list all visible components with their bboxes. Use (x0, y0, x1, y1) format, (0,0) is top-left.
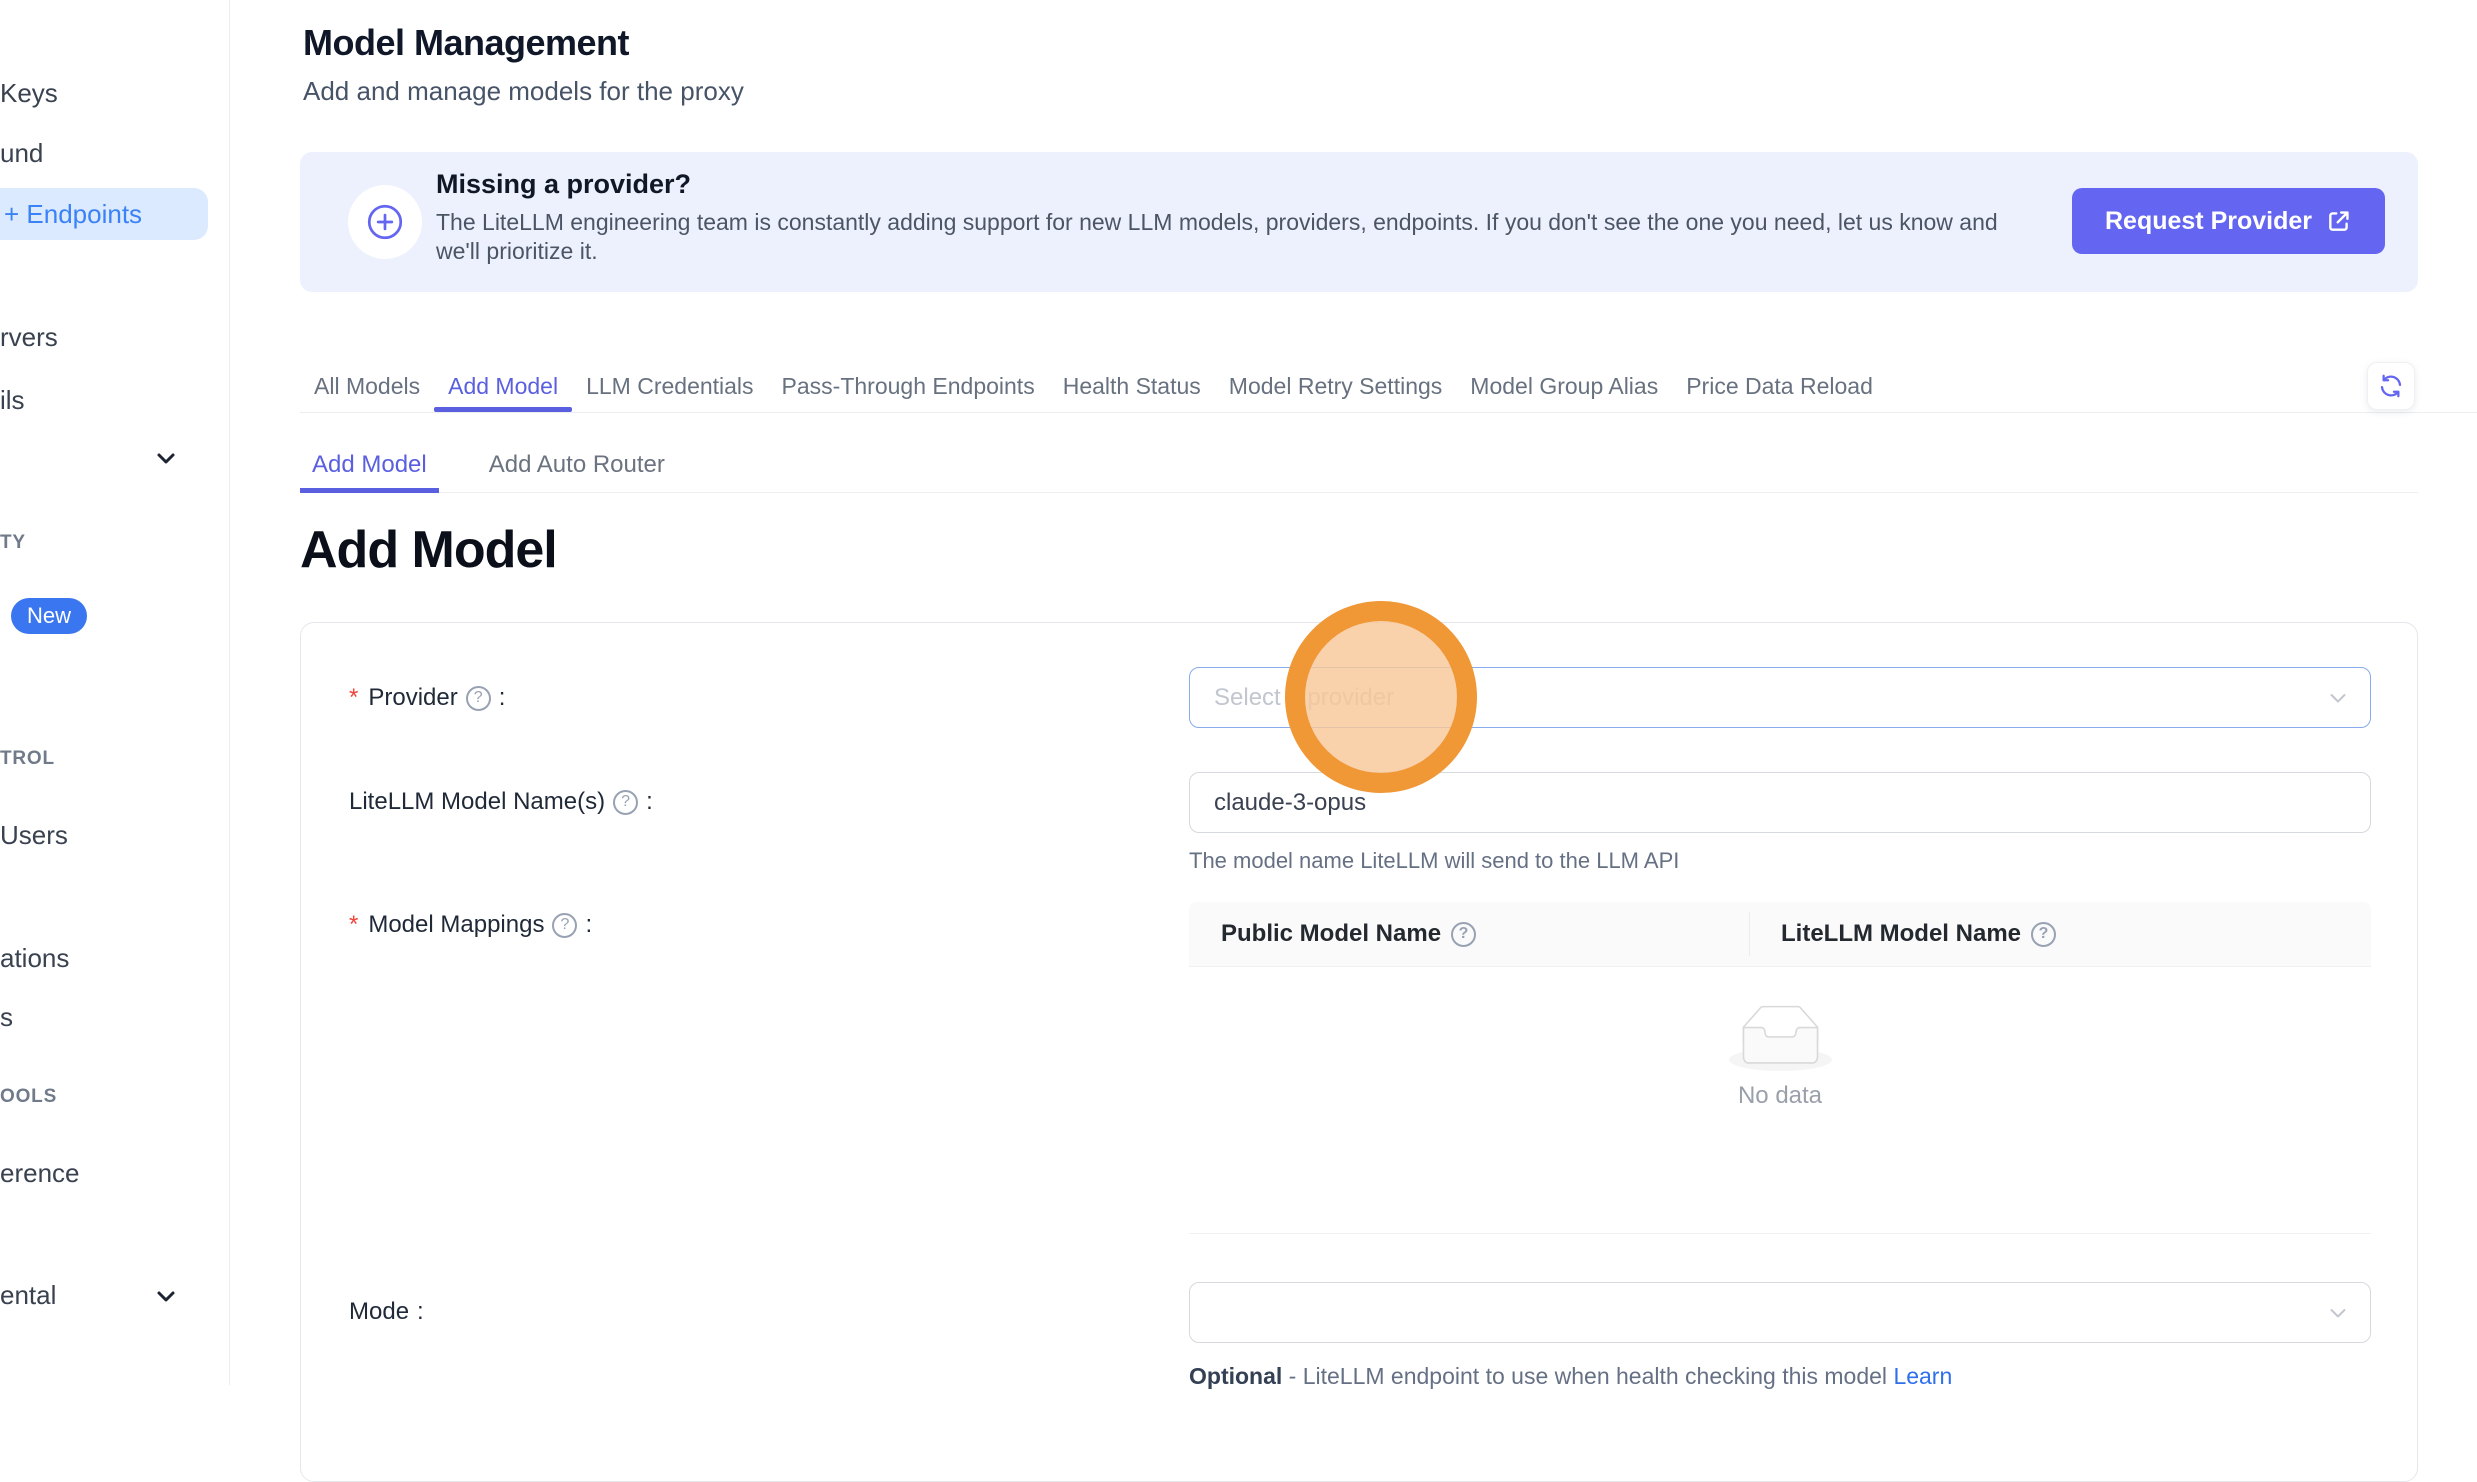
model-name-input[interactable] (1189, 772, 2371, 833)
sidebar-item-reference[interactable]: erence (0, 1158, 80, 1189)
model-name-label-text: LiteLLM Model Name(s) (349, 788, 605, 816)
sidebar-item-organizations[interactable]: ations (0, 943, 69, 974)
mode-label-text: Mode (349, 1298, 409, 1326)
add-model-subtabs: Add Model Add Auto Router (300, 438, 2418, 493)
chevron-down-icon (2326, 1301, 2350, 1325)
tab-health-status[interactable]: Health Status (1049, 360, 1215, 412)
refresh-button[interactable] (2367, 362, 2415, 410)
sidebar-item-label: und (0, 138, 43, 168)
sidebar-item-label: ils (0, 385, 25, 415)
mode-helper: Optional - LiteLLM endpoint to use when … (1189, 1363, 1952, 1390)
help-icon[interactable]: ? (613, 790, 638, 815)
header-divider (1749, 912, 1750, 956)
page-subtitle: Add and manage models for the proxy (303, 76, 744, 107)
mode-select[interactable] (1189, 1282, 2371, 1343)
sidebar-item-users[interactable]: Users (0, 820, 68, 851)
model-mappings-table: Public Model Name ? LiteLLM Model Name ? (1189, 902, 2371, 1234)
sidebar-item-label: ations (0, 943, 69, 973)
tab-pass-through-endpoints[interactable]: Pass-Through Endpoints (768, 360, 1049, 412)
add-model-form-card: * Provider ? : Select a provider LiteLLM… (300, 622, 2418, 1482)
banner-title: Missing a provider? (436, 169, 691, 200)
model-name-label: LiteLLM Model Name(s) ? : (349, 785, 653, 819)
label-colon: : (646, 788, 653, 816)
section-heading: Add Model (300, 520, 557, 580)
provider-label: * Provider ? : (349, 681, 505, 715)
provider-placeholder: Select a provider (1214, 684, 1394, 712)
page-title: Model Management (303, 22, 629, 64)
model-name-helper: The model name LiteLLM will send to the … (1189, 848, 1679, 874)
tab-llm-credentials[interactable]: LLM Credentials (572, 360, 767, 412)
sidebar-section-header: TROL (0, 748, 55, 770)
model-tabs-bar: All Models Add Model LLM Credentials Pas… (300, 360, 2477, 413)
sidebar-item-label: erence (0, 1158, 80, 1188)
help-icon[interactable]: ? (2031, 922, 2056, 947)
new-badge: New (11, 598, 87, 634)
sidebar-item-label: Keys (0, 78, 58, 108)
request-provider-label: Request Provider (2105, 207, 2312, 236)
sidebar-item-playground[interactable]: und (0, 138, 43, 169)
learn-link[interactable]: Learn (1893, 1363, 1952, 1389)
mode-label: Mode : (349, 1295, 424, 1329)
required-mark: * (349, 911, 358, 939)
banner-body: The LiteLLM engineering team is constant… (436, 208, 1998, 266)
sidebar-item-label: + Endpoints (4, 199, 142, 230)
mode-helper-text: - LiteLLM endpoint to use when health ch… (1289, 1363, 1887, 1389)
subtab-add-auto-router[interactable]: Add Auto Router (477, 438, 677, 492)
sidebar-item-servers[interactable]: rvers (0, 322, 58, 353)
sidebar-item-rails[interactable]: ils (0, 385, 25, 416)
table-header-row: Public Model Name ? LiteLLM Model Name ? (1189, 902, 2371, 967)
model-mappings-label-text: Model Mappings (368, 911, 544, 939)
model-mappings-label: * Model Mappings ? : (349, 908, 592, 942)
empty-state: No data (1189, 967, 2371, 1234)
column-header-litellm-model-name: LiteLLM Model Name ? (1749, 902, 2056, 966)
sidebar-item-label: Users (0, 820, 68, 850)
label-colon: : (499, 684, 506, 712)
empty-inbox-icon (1729, 1005, 1832, 1071)
tab-model-retry-settings[interactable]: Model Retry Settings (1215, 360, 1456, 412)
tab-all-models[interactable]: All Models (300, 360, 434, 412)
required-mark: * (349, 684, 358, 712)
help-icon[interactable]: ? (1451, 922, 1476, 947)
mode-helper-bold: Optional (1189, 1363, 1282, 1389)
help-icon[interactable]: ? (466, 686, 491, 711)
sidebar-item-endpoints-active[interactable]: + Endpoints (0, 188, 208, 240)
tab-model-group-alias[interactable]: Model Group Alias (1456, 360, 1672, 412)
sidebar-item-label: ental (0, 1280, 56, 1310)
sidebar-item-label: rvers (0, 322, 58, 352)
sidebar-item-experimental[interactable]: ental (0, 1280, 56, 1311)
label-colon: : (585, 911, 592, 939)
provider-select[interactable]: Select a provider (1189, 667, 2371, 728)
banner-body-line1: The LiteLLM engineering team is constant… (436, 209, 1998, 235)
help-icon[interactable]: ? (552, 913, 577, 938)
external-link-icon (2326, 208, 2352, 234)
tab-price-data-reload[interactable]: Price Data Reload (1672, 360, 1887, 412)
missing-provider-banner: Missing a provider? The LiteLLM engineer… (300, 152, 2418, 292)
sidebar-item-label: s (0, 1002, 13, 1032)
provider-label-text: Provider (368, 684, 457, 712)
chevron-down-icon[interactable] (152, 444, 180, 472)
sidebar-item-teams[interactable]: s (0, 1002, 13, 1033)
chevron-down-icon (2326, 686, 2350, 710)
subtab-add-model[interactable]: Add Model (300, 438, 439, 492)
sidebar-section-header: OOLS (0, 1086, 57, 1108)
refresh-icon (2378, 373, 2404, 399)
label-colon: : (417, 1298, 424, 1326)
chevron-down-icon[interactable] (152, 1282, 180, 1310)
banner-body-line2: we'll prioritize it. (436, 238, 598, 264)
no-data-text: No data (1189, 1082, 2371, 1110)
sidebar: Keys und + Endpoints rvers ils TY New TR… (0, 0, 230, 1385)
sidebar-section-header: TY (0, 532, 26, 554)
request-provider-button[interactable]: Request Provider (2072, 188, 2385, 254)
plus-circle-icon (348, 185, 422, 259)
sidebar-item-virtual-keys[interactable]: Keys (0, 78, 58, 109)
column-header-public-model-name: Public Model Name ? (1189, 902, 1749, 966)
tab-add-model[interactable]: Add Model (434, 360, 572, 412)
